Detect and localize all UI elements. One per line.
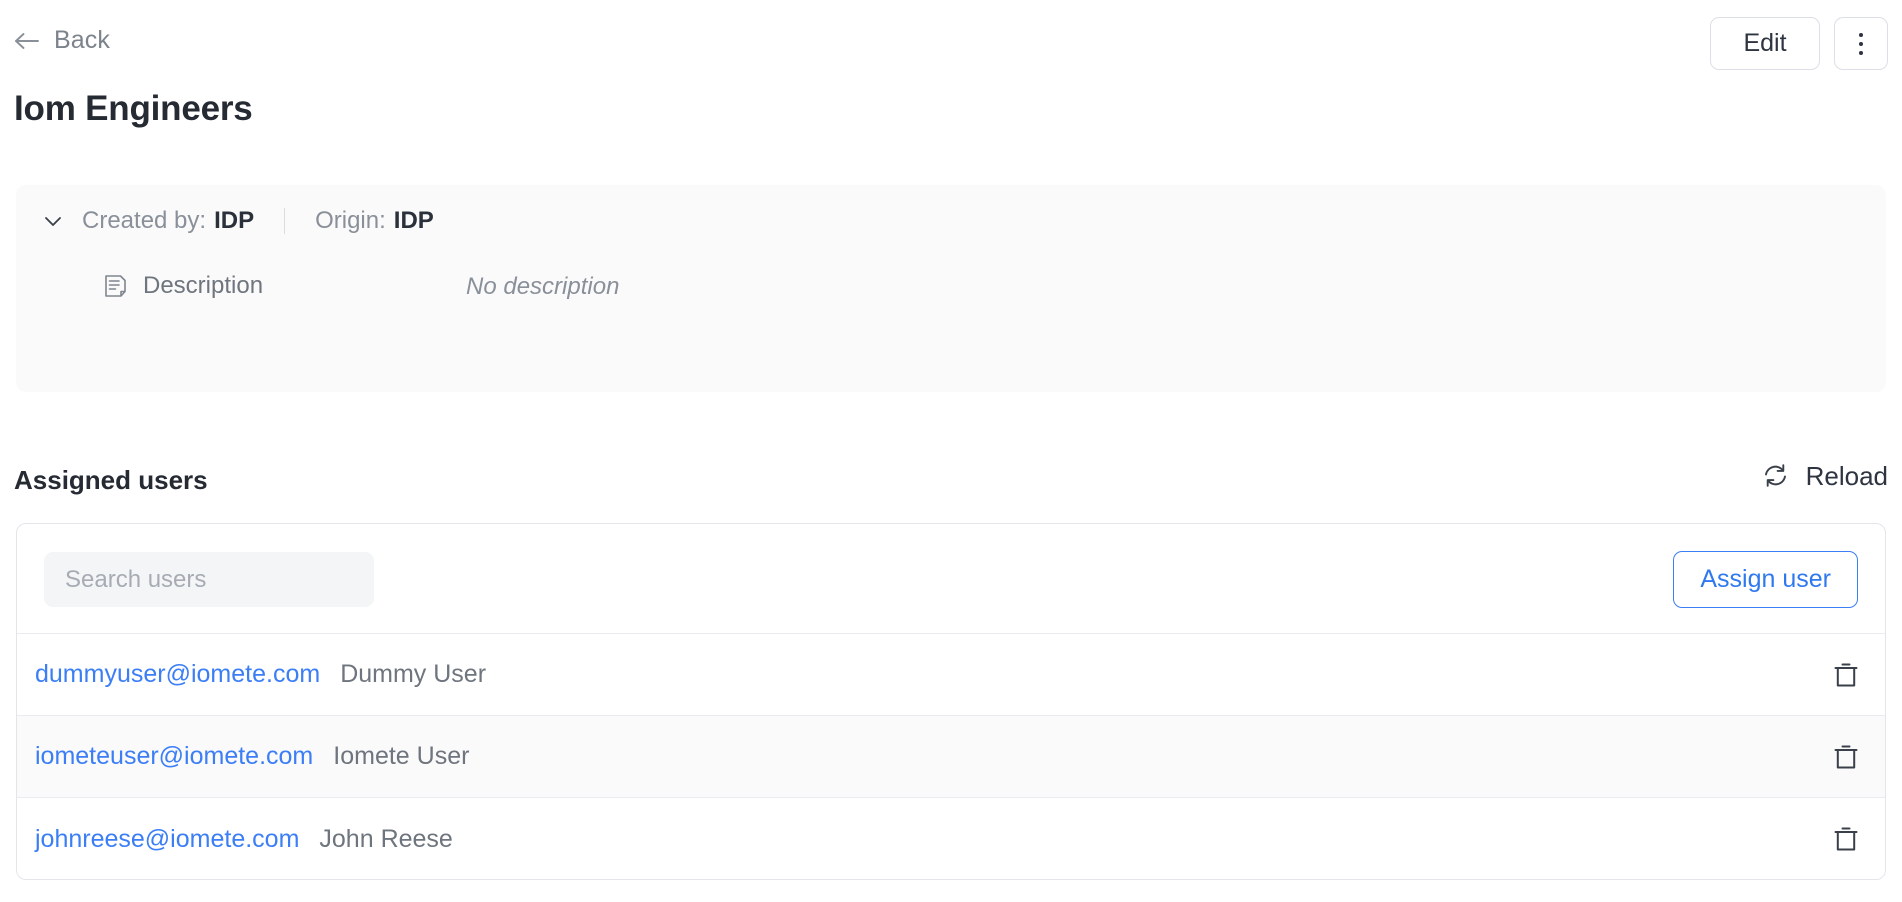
assigned-users-card: Assign user dummyuser@iomete.com Dummy Us… (16, 523, 1886, 880)
user-full-name: Iomete User (333, 742, 470, 770)
assigned-users-list: dummyuser@iomete.com Dummy User iometeuser… (17, 634, 1885, 879)
created-by-meta: Created by: IDP Origin: IDP (82, 208, 434, 234)
created-by-value: IDP (214, 207, 255, 234)
document-text-icon (104, 274, 127, 298)
description-value: No description (466, 273, 620, 300)
meta-separator (284, 208, 286, 234)
info-panel-collapse-toggle[interactable]: Created by: IDP Origin: IDP (42, 208, 434, 234)
search-users-input[interactable] (44, 552, 374, 607)
description-row: Description (104, 274, 263, 298)
user-full-name: John Reese (319, 824, 453, 853)
page-title: Iom Engineers (14, 89, 253, 128)
created-by-label: Created by: (82, 207, 207, 234)
more-vertical-icon (1859, 32, 1863, 55)
top-bar-actions: Edit (1710, 17, 1888, 70)
assigned-users-title: Assigned users (14, 465, 208, 495)
back-label: Back (54, 26, 110, 54)
user-email-link[interactable]: dummyuser@iomete.com (35, 662, 320, 687)
chevron-down-icon (42, 210, 64, 232)
users-toolbar: Assign user (17, 524, 1885, 634)
reload-button[interactable]: Reload (1762, 462, 1888, 489)
table-row: iometeuser@iomete.com Iomete User (17, 716, 1885, 798)
description-label: Description (143, 272, 264, 299)
assign-user-button[interactable]: Assign user (1673, 551, 1858, 608)
trash-icon[interactable] (1831, 824, 1861, 854)
trash-icon[interactable] (1831, 742, 1861, 772)
top-bar: Back Edit (0, 0, 1902, 86)
edit-button[interactable]: Edit (1710, 17, 1820, 70)
user-full-name: Dummy User (340, 660, 487, 688)
role-detail-page: Back Edit Iom Engineers Created by: IDP (0, 0, 1902, 902)
user-email-link[interactable]: iometeuser@iomete.com (35, 744, 313, 769)
info-panel: Created by: IDP Origin: IDP Description … (16, 185, 1886, 392)
arrow-left-icon (14, 30, 40, 52)
origin-label: Origin: (315, 207, 386, 234)
user-email-link[interactable]: johnreese@iomete.com (35, 826, 299, 852)
table-row: dummyuser@iomete.com Dummy User (17, 634, 1885, 716)
refresh-icon (1762, 462, 1789, 489)
table-row: johnreese@iomete.com John Reese (17, 798, 1885, 879)
origin-value: IDP (393, 207, 434, 234)
reload-label: Reload (1805, 460, 1888, 491)
more-options-button[interactable] (1834, 17, 1888, 70)
back-button[interactable]: Back (14, 28, 110, 53)
trash-icon[interactable] (1831, 660, 1861, 690)
